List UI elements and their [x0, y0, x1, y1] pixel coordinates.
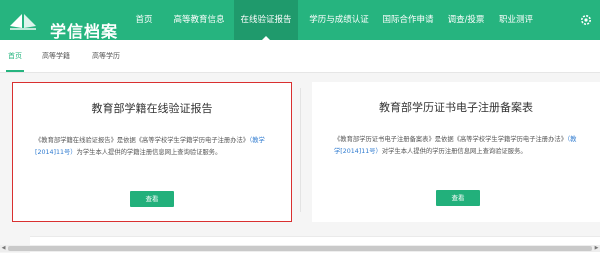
brand-name: 学信档案 — [50, 22, 119, 41]
subnav-enrollment[interactable]: 高等学籍 — [42, 40, 70, 72]
view-enrollment-report-button[interactable]: 查看 — [130, 191, 174, 207]
subnav-home[interactable]: 首页 — [6, 40, 24, 72]
top-navbar: 学信档案 首页 高等教育信息 在线验证报告 学历与成绩认证 国际合作申请 调查/… — [0, 0, 600, 41]
scroll-right-icon[interactable]: ▶ — [593, 245, 600, 252]
degree-record-card: 教育部学历证书电子注册备案表 《教育部学历证书电子注册备案表》是依据《高等学校学… — [312, 82, 600, 222]
nav-higher-education[interactable]: 高等教育信息 — [168, 0, 230, 40]
nav-certification[interactable]: 学历与成绩认证 — [306, 0, 372, 40]
subnav-degree[interactable]: 高等学历 — [92, 40, 120, 72]
view-degree-record-button[interactable]: 查看 — [436, 190, 480, 206]
brand-logo[interactable]: 学信档案 — [8, 8, 118, 41]
nav-home[interactable]: 首页 — [130, 0, 158, 40]
scroll-left-icon[interactable]: ◀ — [0, 245, 7, 252]
nav-international[interactable]: 国际合作申请 — [378, 0, 438, 40]
sub-nav: 首页 高等学籍 高等学历 — [0, 40, 600, 73]
card-title: 教育部学籍在线验证报告 — [91, 102, 213, 115]
card-description: 《教育部学历证书电子注册备案表》是依据《高等学校学生学籍学历电子注册办法》（教学… — [334, 136, 577, 155]
gear-icon[interactable] — [580, 14, 592, 26]
enrollment-report-card: 教育部学籍在线验证报告 《教育部学籍在线验证报告》是依据《高等学校学生学籍学历电… — [12, 82, 292, 222]
scrollbar-thumb[interactable] — [8, 246, 592, 251]
nav-online-report[interactable]: 在线验证报告 — [234, 0, 298, 40]
nav-survey[interactable]: 调查/投票 — [444, 0, 488, 40]
book-icon — [10, 14, 36, 30]
card-divider — [300, 88, 301, 212]
nav-career-test[interactable]: 职业测评 — [494, 0, 538, 40]
card-description: 《教育部学籍在线验证报告》是依据《高等学校学生学籍学历电子注册办法》（教学[20… — [35, 137, 265, 156]
card-title: 教育部学历证书电子注册备案表 — [379, 101, 533, 114]
